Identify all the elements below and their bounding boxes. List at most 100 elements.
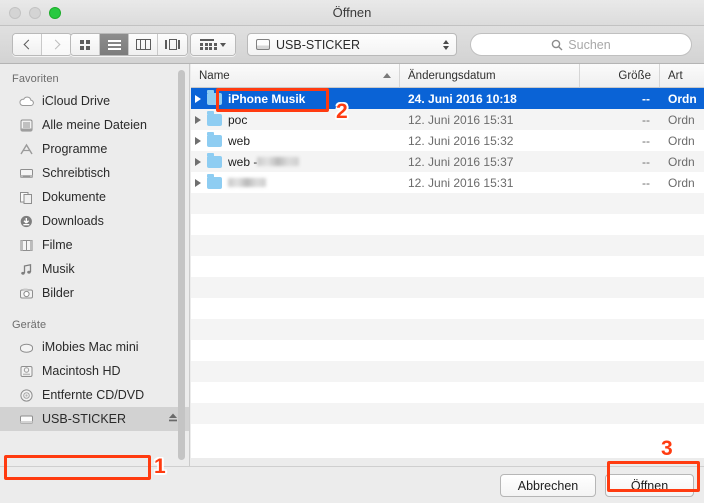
internal-drive-icon: [18, 364, 35, 379]
disclosure-triangle-icon[interactable]: [195, 178, 201, 187]
file-name-cell: iPhone Musik: [191, 89, 400, 106]
computer-icon: [18, 340, 35, 355]
sidebar-scrollbar[interactable]: [178, 70, 185, 460]
disclosure-triangle-icon[interactable]: [195, 157, 201, 166]
column-view-icon: [135, 39, 151, 50]
empty-row: [191, 319, 704, 340]
sidebar-item-label: Programme: [42, 142, 108, 156]
arrange-button[interactable]: [190, 33, 236, 56]
file-rows: iPhone Musik 24. Juni 2016 10:18 -- Ordn poc…: [191, 88, 704, 445]
table-row[interactable]: 12. Juni 2016 15:31 -- Ordn: [191, 172, 704, 193]
file-kind-cell: Ordn: [668, 133, 695, 148]
folder-icon: [207, 152, 222, 168]
empty-row: [191, 403, 704, 424]
list-view-button[interactable]: [100, 34, 129, 55]
location-popup-button[interactable]: USB-STICKER: [247, 33, 457, 56]
sidebar-item-dokumente[interactable]: Dokumente: [0, 185, 189, 209]
sidebar-item-alle-meine-dateien[interactable]: Alle meine Dateien: [0, 113, 189, 137]
documents-icon: [18, 190, 35, 205]
cloud-icon: [18, 94, 35, 109]
file-date-cell: 12. Juni 2016 15:31: [408, 175, 514, 190]
file-name-cell: web -: [191, 152, 400, 169]
chevron-right-icon: [50, 39, 61, 50]
sidebar-item-downloads[interactable]: Downloads: [0, 209, 189, 233]
redacted-text: [257, 157, 300, 166]
file-kind-cell: Ordn: [668, 175, 695, 190]
disclosure-triangle-icon[interactable]: [195, 136, 201, 145]
sidebar-item-schreibtisch[interactable]: Schreibtisch: [0, 161, 189, 185]
forward-button[interactable]: [42, 34, 71, 55]
open-dialog-window: Öffnen USB-STICKER Suchen Favoriten iClo…: [0, 0, 704, 503]
column-header-label: Größe: [618, 69, 651, 82]
cancel-button[interactable]: Abbrechen: [500, 474, 596, 497]
disclosure-triangle-icon[interactable]: [195, 115, 201, 124]
desktop-icon: [18, 166, 35, 181]
open-button[interactable]: Öffnen: [605, 474, 694, 497]
column-header-date[interactable]: Änderungsdatum: [400, 64, 580, 87]
file-name-cell: web: [191, 131, 400, 148]
sidebar-item-label: USB-STICKER: [42, 412, 127, 426]
chevron-down-icon: [219, 42, 226, 47]
sidebar-item-usb-sticker[interactable]: USB-STICKER: [0, 407, 189, 431]
icon-view-button[interactable]: [71, 34, 100, 55]
folder-icon: [207, 131, 222, 147]
file-date-cell: 12. Juni 2016 15:37: [408, 154, 514, 169]
icon-view-icon: [80, 39, 90, 50]
sidebar-item-icloud-drive[interactable]: iCloud Drive: [0, 89, 189, 113]
gallery-view-icon: [165, 39, 180, 50]
sidebar-item-imobies-mac-mini[interactable]: iMobies Mac mini: [0, 335, 189, 359]
empty-row: [191, 424, 704, 445]
window-title: Öffnen: [332, 5, 372, 20]
column-header-kind[interactable]: Art: [660, 64, 704, 87]
empty-row: [191, 382, 704, 403]
file-list: Name Änderungsdatum Größe Art iPhone Mus…: [191, 64, 704, 458]
column-headers: Name Änderungsdatum Größe Art: [191, 64, 704, 88]
sidebar-item-label: Musik: [42, 262, 75, 276]
redacted-text: [228, 178, 266, 187]
sidebar-item-label: iCloud Drive: [42, 94, 111, 108]
file-name-label: iPhone Musik: [228, 91, 306, 106]
location-label: USB-STICKER: [276, 37, 361, 52]
disclosure-triangle-icon[interactable]: [195, 94, 201, 103]
column-header-label: Art: [668, 69, 683, 82]
chevron-left-icon: [23, 39, 33, 50]
folder-icon: [207, 110, 222, 126]
all-files-icon: [18, 118, 35, 133]
file-size-cell: --: [642, 112, 650, 127]
titlebar: Öffnen: [0, 0, 704, 26]
column-header-name[interactable]: Name: [191, 64, 400, 87]
search-input[interactable]: Suchen: [470, 33, 692, 56]
file-size-cell: --: [642, 175, 650, 190]
gallery-view-button[interactable]: [158, 34, 187, 55]
sidebar-item-label: Schreibtisch: [42, 166, 111, 180]
navigation-buttons: [12, 33, 72, 56]
sidebar-section-favoriten: Favoriten: [12, 73, 59, 85]
sidebar-item-label: Entfernte CD/DVD: [42, 388, 145, 402]
column-view-button[interactable]: [129, 34, 158, 55]
sidebar-item-programme[interactable]: Programme: [0, 137, 189, 161]
table-row[interactable]: web - 12. Juni 2016 15:37 -- Ordn: [191, 151, 704, 172]
table-row[interactable]: web 12. Juni 2016 15:32 -- Ordn: [191, 130, 704, 151]
file-kind-cell: Ordn: [668, 91, 697, 106]
back-button[interactable]: [13, 34, 42, 55]
sidebar-item-label: Bilder: [42, 286, 74, 300]
sidebar-item-bilder[interactable]: Bilder: [0, 281, 189, 305]
sidebar-item-macintosh-hd[interactable]: Macintosh HD: [0, 359, 189, 383]
drive-icon: [256, 39, 270, 50]
column-header-size[interactable]: Größe: [580, 64, 660, 87]
music-icon: [18, 262, 35, 277]
sidebar-item-entfernte-cd-dvd[interactable]: Entfernte CD/DVD: [0, 383, 189, 407]
file-date-cell: 12. Juni 2016 15:31: [408, 112, 514, 127]
sidebar-item-filme[interactable]: Filme: [0, 233, 189, 257]
empty-row: [191, 277, 704, 298]
folder-icon: [207, 173, 222, 189]
sidebar-item-musik[interactable]: Musik: [0, 257, 189, 281]
empty-row: [191, 361, 704, 382]
toolbar: USB-STICKER Suchen: [0, 26, 704, 64]
folder-icon: [207, 89, 222, 105]
table-row[interactable]: iPhone Musik 24. Juni 2016 10:18 -- Ordn: [191, 88, 704, 109]
empty-row: [191, 340, 704, 361]
file-name-cell: [191, 173, 400, 189]
table-row[interactable]: poc 12. Juni 2016 15:31 -- Ordn: [191, 109, 704, 130]
applications-icon: [18, 142, 35, 157]
